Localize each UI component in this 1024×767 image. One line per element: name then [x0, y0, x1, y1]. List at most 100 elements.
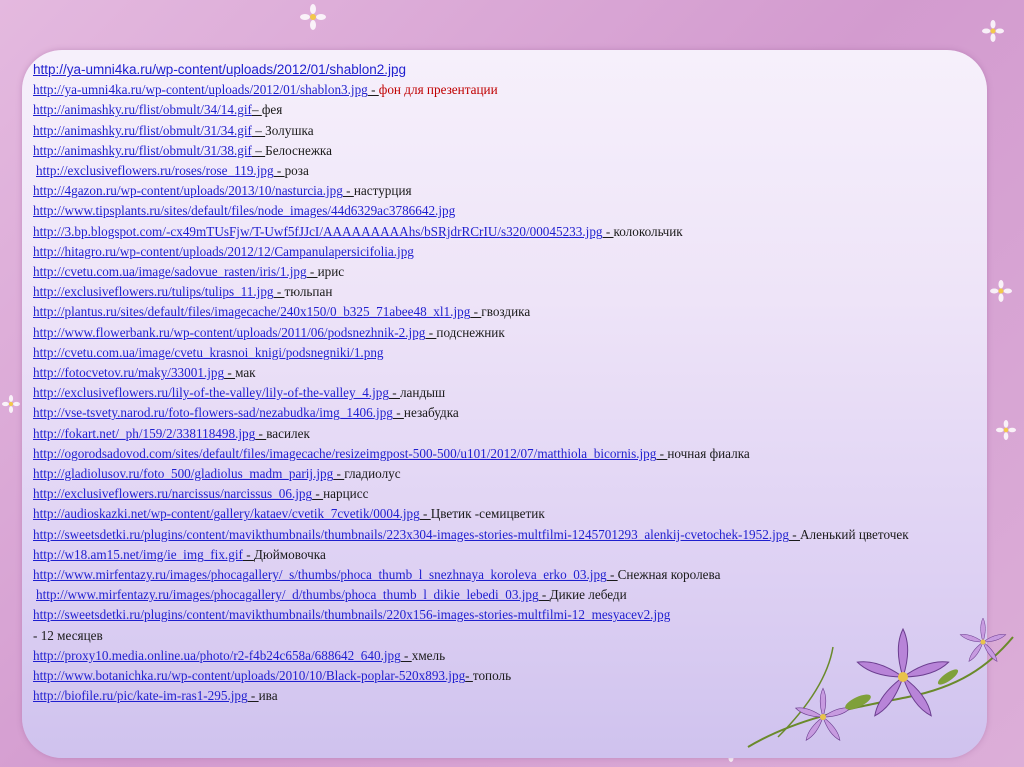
source-link[interactable]: http://www.botanichka.ru/wp-content/uplo…	[33, 668, 465, 683]
link-line: http://exclusiveflowers.ru/narcissus/nar…	[33, 484, 973, 504]
link-line: http://audioskazki.net/wp-content/galler…	[33, 504, 973, 524]
separator: –	[251, 102, 262, 118]
link-description: гвоздика	[481, 304, 531, 320]
link-description: ирис	[317, 264, 345, 280]
source-link[interactable]: http://cvetu.com.ua/image/cvetu_krasnoi_…	[33, 345, 384, 360]
link-description: хмель	[411, 647, 446, 663]
separator: -	[400, 647, 412, 663]
link-line: http://fokart.net/_ph/159/2/338118498.jp…	[33, 424, 973, 444]
link-description: - 12 месяцев	[33, 627, 103, 643]
source-link[interactable]: http://www.mirfentazy.ru/images/phocagal…	[36, 587, 539, 602]
separator: -	[425, 324, 437, 340]
source-link[interactable]: http://ya-umni4ka.ru/wp-content/uploads/…	[33, 82, 368, 97]
link-description: василек	[266, 425, 310, 441]
separator: -	[606, 567, 618, 583]
source-link[interactable]: http://www.flowerbank.ru/wp-content/uplo…	[33, 325, 425, 340]
link-description: роза	[284, 163, 309, 179]
link-line: http://ya-umni4ka.ru/wp-content/uploads/…	[33, 80, 973, 100]
link-line: http://animashky.ru/flist/obmult/31/38.g…	[33, 141, 973, 161]
link-description: тюльпан	[284, 284, 333, 300]
source-link[interactable]: http://3.bp.blogspot.com/-cx49mTUsFjw/T-…	[33, 224, 603, 239]
link-description: ива	[258, 688, 278, 704]
link-line: http://exclusiveflowers.ru/lily-of-the-v…	[33, 383, 973, 403]
link-description: колокольчик	[613, 223, 683, 239]
link-line: http://www.mirfentazy.ru/images/phocagal…	[33, 585, 973, 605]
link-description: Цветик -семицветик	[430, 506, 545, 522]
link-line: http://ogorodsadovod.com/sites/default/f…	[33, 444, 973, 464]
source-link[interactable]: http://exclusiveflowers.ru/lily-of-the-v…	[33, 385, 389, 400]
daisy-decoration	[996, 420, 1016, 440]
source-link[interactable]: http://plantus.ru/sites/default/files/im…	[33, 304, 470, 319]
link-description: Золушка	[265, 122, 314, 138]
separator: -	[388, 385, 400, 401]
separator: -	[788, 526, 800, 542]
daisy-decoration	[300, 4, 326, 30]
link-description: Дикие лебеди	[549, 587, 627, 603]
separator: -	[538, 587, 550, 603]
source-link[interactable]: http://sweetsdetki.ru/plugins/content/ma…	[33, 527, 789, 542]
separator: -	[470, 304, 482, 320]
separator: -	[312, 486, 324, 502]
source-link[interactable]: http://w18.am15.net/img/ie_img_fix.gif	[33, 547, 243, 562]
link-line: http://www.tipsplants.ru/sites/default/f…	[33, 201, 973, 221]
link-line: http://3.bp.blogspot.com/-cx49mTUsFjw/T-…	[33, 222, 973, 242]
daisy-decoration	[982, 20, 1004, 42]
link-line: http://fotocvetov.ru/maky/33001.jpg - ма…	[33, 363, 973, 383]
link-description: гладиолус	[344, 466, 401, 482]
source-link[interactable]: http://ogorodsadovod.com/sites/default/f…	[33, 446, 656, 461]
link-description: настурция	[353, 183, 412, 199]
link-line: http://exclusiveflowers.ru/tulips/tulips…	[33, 282, 973, 302]
source-link[interactable]: http://animashky.ru/flist/obmult/34/14.g…	[33, 102, 252, 117]
link-line: http://hitagro.ru/wp-content/uploads/201…	[33, 242, 973, 262]
separator: -	[367, 82, 379, 98]
daisy-decoration	[990, 280, 1012, 302]
link-description: Снежная королева	[617, 567, 721, 583]
source-link[interactable]: http://4gazon.ru/wp-content/uploads/2013…	[33, 183, 343, 198]
source-link[interactable]: http://exclusiveflowers.ru/tulips/tulips…	[33, 284, 274, 299]
source-link[interactable]: http://hitagro.ru/wp-content/uploads/201…	[33, 244, 414, 259]
source-link[interactable]: http://animashky.ru/flist/obmult/31/34.g…	[33, 123, 252, 138]
source-link[interactable]: http://cvetu.com.ua/image/sadovue_rasten…	[33, 264, 307, 279]
source-link[interactable]: http://fokart.net/_ph/159/2/338118498.jp…	[33, 426, 255, 441]
lily-ornament	[747, 617, 1014, 748]
link-description: нарцисс	[323, 486, 369, 502]
link-description: Дюймовочка	[253, 546, 326, 562]
separator: –	[251, 122, 266, 138]
link-description: незабудка	[403, 405, 459, 421]
link-line: http://gladiolusov.ru/foto_500/gladiolus…	[33, 464, 973, 484]
source-link[interactable]: http://proxy10.media.online.ua/photo/r2-…	[33, 648, 401, 663]
separator: -	[247, 688, 259, 704]
link-line: http://www.mirfentazy.ru/images/phocagal…	[33, 565, 973, 585]
link-line: http://vse-tsvety.narod.ru/foto-flowers-…	[33, 403, 973, 423]
separator: -	[342, 183, 354, 199]
link-description: фон для презентации	[378, 82, 498, 98]
link-line: http://4gazon.ru/wp-content/uploads/2013…	[33, 181, 973, 201]
link-line: http://plantus.ru/sites/default/files/im…	[33, 302, 973, 322]
source-link[interactable]: http://exclusiveflowers.ru/roses/rose_11…	[36, 163, 274, 178]
separator: -	[602, 223, 614, 239]
source-link[interactable]: http://gladiolusov.ru/foto_500/gladiolus…	[33, 466, 333, 481]
source-link[interactable]: http://www.mirfentazy.ru/images/phocagal…	[33, 567, 607, 582]
source-link[interactable]: http://audioskazki.net/wp-content/galler…	[33, 506, 420, 521]
link-line: http://w18.am15.net/img/ie_img_fix.gif -…	[33, 545, 973, 565]
separator: -	[255, 425, 267, 441]
source-link[interactable]: http://animashky.ru/flist/obmult/31/38.g…	[33, 143, 252, 158]
link-line: http://cvetu.com.ua/image/sadovue_rasten…	[33, 262, 973, 282]
source-link[interactable]: http://fotocvetov.ru/maky/33001.jpg	[33, 365, 224, 380]
link-description: Белоснежка	[265, 142, 332, 158]
separator: -	[465, 668, 473, 684]
separator: -	[224, 365, 236, 381]
source-link[interactable]: http://sweetsdetki.ru/plugins/content/ma…	[33, 607, 670, 622]
source-link[interactable]: http://vse-tsvety.narod.ru/foto-flowers-…	[33, 405, 393, 420]
link-description: тополь	[472, 668, 512, 684]
source-link[interactable]: http://exclusiveflowers.ru/narcissus/nar…	[33, 486, 312, 501]
separator: -	[306, 264, 318, 280]
link-description: подснежник	[436, 324, 505, 340]
link-line: http://animashky.ru/flist/obmult/34/14.g…	[33, 100, 973, 120]
link-description: ландыш	[399, 385, 446, 401]
source-link[interactable]: http://biofile.ru/pic/kate-im-ras1-295.j…	[33, 688, 248, 703]
source-link[interactable]: http://www.tipsplants.ru/sites/default/f…	[33, 203, 455, 218]
source-link[interactable]: http://ya-umni4ka.ru/wp-content/uploads/…	[33, 62, 406, 77]
separator: -	[242, 546, 254, 562]
separator: –	[251, 142, 266, 158]
